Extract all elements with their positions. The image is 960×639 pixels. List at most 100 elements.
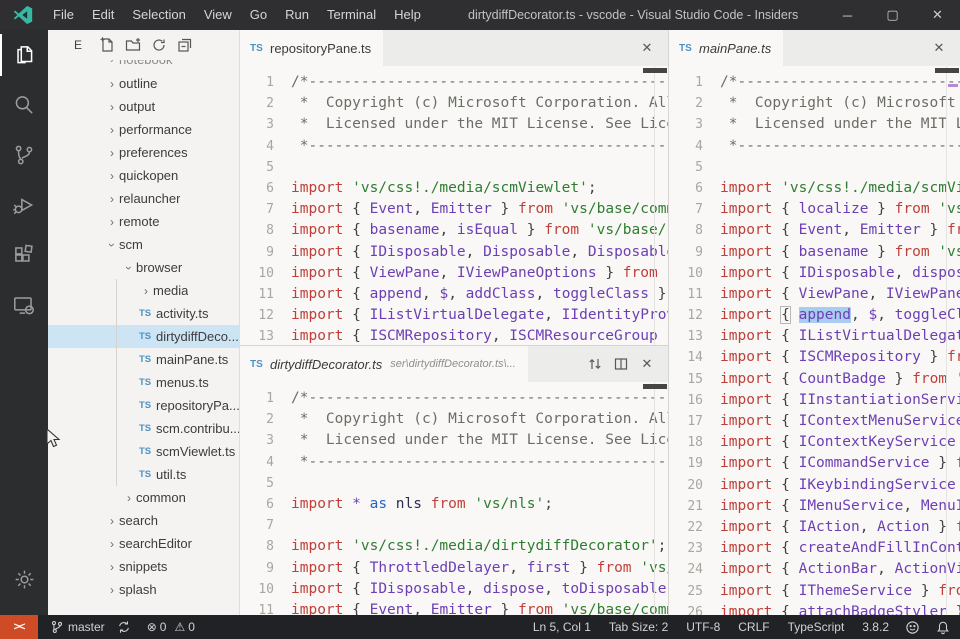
status-crlf[interactable]: CRLF bbox=[738, 620, 769, 634]
extensions-icon[interactable] bbox=[0, 230, 48, 280]
typescript-file-icon: TS bbox=[139, 469, 156, 480]
tree-item-activity-ts[interactable]: TSactivity.ts bbox=[48, 302, 239, 325]
close-editor-icon[interactable]: ✕ bbox=[926, 35, 952, 61]
status-utf-8[interactable]: UTF-8 bbox=[686, 620, 720, 634]
scrollbar-track[interactable] bbox=[654, 382, 655, 615]
code-line-8: 8import { basename, isEqual } from 'vs/b… bbox=[240, 220, 668, 241]
scrollbar-thumb[interactable] bbox=[643, 384, 667, 389]
tree-item-menus-ts[interactable]: TSmenus.ts bbox=[48, 371, 239, 394]
code-editor[interactable]: 1/*-------------------------------------… bbox=[669, 66, 960, 615]
tree-item-search[interactable]: ›search bbox=[48, 509, 239, 532]
scrollbar-thumb[interactable] bbox=[643, 68, 667, 73]
line-number: 2 bbox=[669, 93, 703, 114]
tree-item-output[interactable]: ›output bbox=[48, 95, 239, 118]
tree-item-mainpane-ts[interactable]: TSmainPane.ts bbox=[48, 348, 239, 371]
scrollbar-track[interactable] bbox=[946, 66, 947, 615]
collapse-all-icon[interactable] bbox=[172, 34, 198, 56]
tree-item-scmviewlet-ts[interactable]: TSscmViewlet.ts bbox=[48, 440, 239, 463]
status-3-8-2[interactable]: 3.8.2 bbox=[862, 620, 889, 634]
tree-item-snippets[interactable]: ›snippets bbox=[48, 555, 239, 578]
scrollbar-thumb[interactable] bbox=[935, 68, 959, 73]
menu-run[interactable]: Run bbox=[276, 0, 318, 30]
activity-bar bbox=[0, 30, 48, 615]
line-number: 9 bbox=[669, 242, 703, 263]
close-button[interactable]: ✕ bbox=[915, 0, 960, 30]
line-number: 7 bbox=[240, 199, 274, 220]
feedback-smiley-icon[interactable] bbox=[905, 620, 920, 635]
sync-item[interactable] bbox=[117, 615, 135, 639]
tree-item-label: scm bbox=[119, 237, 143, 252]
menu-terminal[interactable]: Terminal bbox=[318, 0, 385, 30]
code-editor[interactable]: 1/*-------------------------------------… bbox=[240, 66, 668, 345]
minimize-button[interactable]: ─ bbox=[825, 0, 870, 30]
new-folder-icon[interactable] bbox=[120, 34, 146, 56]
menu-go[interactable]: Go bbox=[241, 0, 276, 30]
tree-item-label: remote bbox=[119, 214, 159, 229]
editor-pane-repositoryPane[interactable]: TSrepositoryPane.ts ✕ 1/*-----------------… bbox=[240, 30, 668, 345]
notifications-bell-icon[interactable] bbox=[936, 620, 950, 635]
chevron-right-icon: › bbox=[105, 60, 119, 66]
tree-item-browser[interactable]: ›browser bbox=[48, 256, 239, 279]
tab-repositorypane-ts[interactable]: TSrepositoryPane.ts bbox=[240, 30, 383, 66]
git-branch-item[interactable]: master bbox=[50, 615, 105, 639]
tree-item-label: performance bbox=[119, 122, 192, 137]
tree-item-dirtydiffdeco[interactable]: TSdirtydiffDeco... bbox=[48, 325, 239, 348]
split-editor-icon[interactable] bbox=[608, 351, 634, 377]
chevron-right-icon: › bbox=[105, 215, 119, 229]
tree-item-quickopen[interactable]: ›quickopen bbox=[48, 164, 239, 187]
window-controls: ─ ▢ ✕ bbox=[825, 0, 960, 30]
tree-item-splash[interactable]: ›splash bbox=[48, 578, 239, 601]
code-line-11: 11import { ViewPane, IViewPaneOptions } … bbox=[669, 284, 960, 305]
tree-item-searcheditor[interactable]: ›searchEditor bbox=[48, 532, 239, 555]
line-number: 13 bbox=[240, 326, 274, 345]
tab-dirtydiffdecorator-ts[interactable]: TSdirtydiffDecorator.tsser\dirtydiffDeco… bbox=[240, 346, 528, 382]
status-typescript[interactable]: TypeScript bbox=[788, 620, 845, 634]
line-number: 12 bbox=[669, 305, 703, 326]
git-branch-icon bbox=[50, 620, 64, 634]
editor-pane-mainPane[interactable]: TSmainPane.ts ✕ 1/*-----------------------… bbox=[668, 30, 960, 615]
tree-item-label: common bbox=[136, 490, 186, 505]
tab-label: mainPane.ts bbox=[699, 41, 771, 56]
menu-selection[interactable]: Selection bbox=[123, 0, 194, 30]
settings-gear-icon[interactable] bbox=[0, 557, 48, 601]
tree-item-repositorypa[interactable]: TSrepositoryPa... bbox=[48, 394, 239, 417]
menu-help[interactable]: Help bbox=[385, 0, 430, 30]
tree-item-scm[interactable]: ›scm bbox=[48, 233, 239, 256]
tree-item-relauncher[interactable]: ›relauncher bbox=[48, 187, 239, 210]
refresh-icon[interactable] bbox=[146, 34, 172, 56]
tree-item-util-ts[interactable]: TSutil.ts bbox=[48, 463, 239, 486]
editor-pane-dirtydiffDecorator[interactable]: TSdirtydiffDecorator.tsser\dirtydiffDeco… bbox=[240, 345, 668, 615]
search-icon[interactable] bbox=[0, 80, 48, 130]
tree-item-common[interactable]: ›common bbox=[48, 486, 239, 509]
tree-item-remote[interactable]: ›remote bbox=[48, 210, 239, 233]
remote-indicator[interactable]: >< bbox=[0, 615, 38, 639]
tab-mainpane-ts[interactable]: TSmainPane.ts bbox=[669, 30, 783, 66]
source-control-icon[interactable] bbox=[0, 130, 48, 180]
tree-item-performance[interactable]: ›performance bbox=[48, 118, 239, 141]
problems-item[interactable]: ⊗ 0 ⚠ 0 bbox=[147, 615, 195, 639]
tree-item-media[interactable]: ›media bbox=[48, 279, 239, 302]
new-file-icon[interactable] bbox=[94, 34, 120, 56]
status-ln-5-col-1[interactable]: Ln 5, Col 1 bbox=[533, 620, 591, 634]
tree-item-scm-contribu[interactable]: TSscm.contribu... bbox=[48, 417, 239, 440]
tree-item-notebook[interactable]: ›notebook bbox=[48, 60, 239, 72]
tree-item-outline[interactable]: ›outline bbox=[48, 72, 239, 95]
menu-view[interactable]: View bbox=[195, 0, 241, 30]
run-debug-icon[interactable] bbox=[0, 180, 48, 230]
explorer-icon[interactable] bbox=[0, 30, 48, 80]
scrollbar-track[interactable] bbox=[654, 66, 655, 345]
maximize-button[interactable]: ▢ bbox=[870, 0, 915, 30]
remote-explorer-icon[interactable] bbox=[0, 280, 48, 330]
typescript-file-icon: TS bbox=[139, 423, 156, 434]
status-tab-size-2[interactable]: Tab Size: 2 bbox=[609, 620, 668, 634]
close-editor-icon[interactable]: ✕ bbox=[634, 35, 660, 61]
menu-file[interactable]: File bbox=[44, 0, 83, 30]
menu-edit[interactable]: Edit bbox=[83, 0, 123, 30]
tree-item-preferences[interactable]: ›preferences bbox=[48, 141, 239, 164]
code-line-9: 9import { ThrottledDelayer, first } from… bbox=[240, 558, 668, 579]
close-editor-icon[interactable]: ✕ bbox=[634, 351, 660, 377]
code-editor[interactable]: 1/*-------------------------------------… bbox=[240, 382, 668, 615]
code-line-11: 11import { Event, Emitter } from 'vs/bas… bbox=[240, 600, 668, 615]
compare-changes-icon[interactable] bbox=[582, 351, 608, 377]
line-number: 12 bbox=[240, 305, 274, 326]
